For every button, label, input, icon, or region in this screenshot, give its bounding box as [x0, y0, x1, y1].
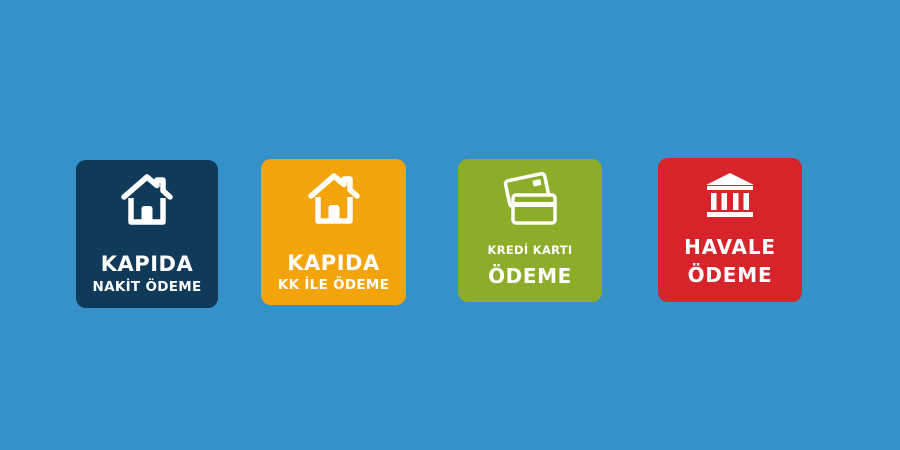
bank-transfer-payment-tile[interactable]: HAVALE ÖDEME: [658, 158, 802, 302]
tile-subtitle: KK İLE ÖDEME: [277, 277, 390, 293]
payment-options-banner: KAPIDA NAKİT ÖDEME KAPIDA KK İLE ÖDEME K…: [0, 0, 900, 450]
house-icon: [307, 173, 360, 224]
cash-on-delivery-tile[interactable]: KAPIDA NAKİT ÖDEME: [76, 160, 218, 308]
tile-subtitle: ÖDEME: [488, 264, 572, 288]
bank-icon: [706, 173, 754, 217]
credit-cards-icon: [503, 171, 557, 225]
tile-subtitle: ÖDEME: [687, 263, 773, 287]
tile-subtitle: NAKİT ÖDEME: [92, 279, 202, 295]
house-icon: [121, 174, 173, 225]
tile-title: KREDİ KARTI: [487, 243, 573, 257]
card-on-delivery-tile[interactable]: KAPIDA KK İLE ÖDEME: [261, 159, 406, 305]
tile-title: HAVALE: [684, 235, 776, 259]
credit-card-payment-tile[interactable]: KREDİ KARTI ÖDEME: [458, 159, 602, 302]
tile-title: KAPIDA: [100, 252, 194, 276]
tile-title: KAPIDA: [287, 251, 380, 275]
